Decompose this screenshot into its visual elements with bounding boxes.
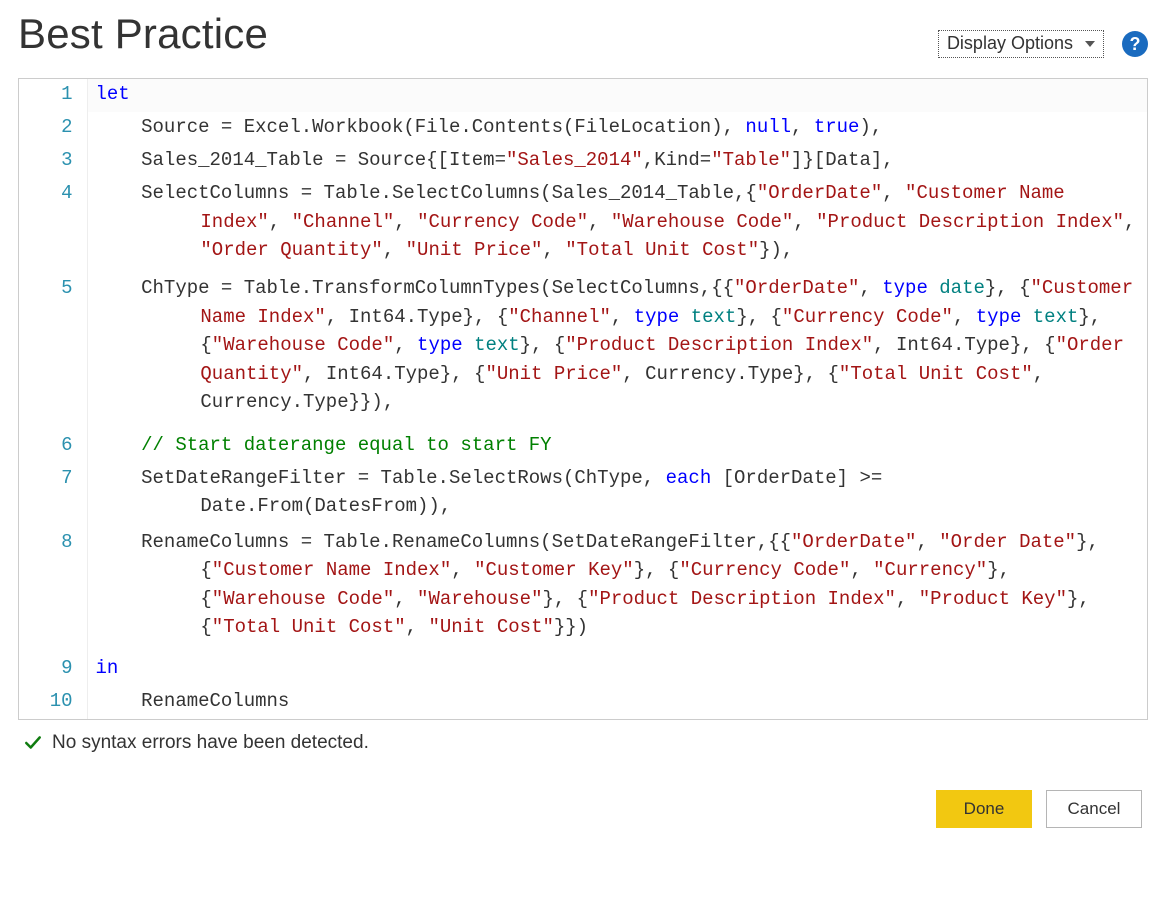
code-content[interactable]: in — [87, 653, 1147, 686]
code-content[interactable]: Sales_2014_Table = Source{[Item="Sales_2… — [87, 145, 1147, 178]
code-content[interactable]: let — [87, 79, 1147, 112]
code-line: 8 RenameColumns = Table.RenameColumns(Se… — [19, 527, 1147, 653]
code-content[interactable]: ChType = Table.TransformColumnTypes(Sele… — [87, 273, 1147, 430]
line-number: 6 — [19, 430, 87, 463]
line-number: 10 — [19, 686, 87, 719]
cancel-button[interactable]: Cancel — [1046, 790, 1142, 828]
code-line: 10 RenameColumns — [19, 686, 1147, 719]
dialog-buttons: Done Cancel — [18, 790, 1142, 828]
header-controls: Display Options ? — [938, 30, 1148, 58]
code-line: 7 SetDateRangeFilter = Table.SelectRows(… — [19, 463, 1147, 527]
code-content[interactable]: Source = Excel.Workbook(File.Contents(Fi… — [87, 112, 1147, 145]
line-number: 8 — [19, 527, 87, 653]
line-number: 5 — [19, 273, 87, 430]
code-line: 3 Sales_2014_Table = Source{[Item="Sales… — [19, 145, 1147, 178]
code-editor[interactable]: 1let2 Source = Excel.Workbook(File.Conte… — [18, 78, 1148, 720]
code-content[interactable]: RenameColumns — [87, 686, 1147, 719]
code-line: 6 // Start daterange equal to start FY — [19, 430, 1147, 463]
dialog-header: Best Practice Display Options ? — [18, 10, 1148, 58]
code-content[interactable]: RenameColumns = Table.RenameColumns(SetD… — [87, 527, 1147, 653]
help-icon[interactable]: ? — [1122, 31, 1148, 57]
display-options-dropdown[interactable]: Display Options — [938, 30, 1104, 58]
code-line: 4 SelectColumns = Table.SelectColumns(Sa… — [19, 178, 1147, 273]
code-content[interactable]: // Start daterange equal to start FY — [87, 430, 1147, 463]
dialog-title: Best Practice — [18, 10, 268, 58]
line-number: 7 — [19, 463, 87, 527]
syntax-status: No syntax errors have been detected. — [24, 732, 1148, 754]
display-options-label: Display Options — [947, 34, 1073, 52]
line-number: 9 — [19, 653, 87, 686]
code-line: 9in — [19, 653, 1147, 686]
chevron-down-icon — [1085, 41, 1095, 47]
done-button[interactable]: Done — [936, 790, 1032, 828]
line-number: 4 — [19, 178, 87, 273]
code-line: 2 Source = Excel.Workbook(File.Contents(… — [19, 112, 1147, 145]
line-number: 2 — [19, 112, 87, 145]
line-number: 1 — [19, 79, 87, 112]
check-icon — [24, 734, 42, 752]
code-line: 1let — [19, 79, 1147, 112]
code-content[interactable]: SelectColumns = Table.SelectColumns(Sale… — [87, 178, 1147, 273]
line-number: 3 — [19, 145, 87, 178]
advanced-editor-dialog: Best Practice Display Options ? 1let2 So… — [0, 0, 1166, 848]
code-content[interactable]: SetDateRangeFilter = Table.SelectRows(Ch… — [87, 463, 1147, 527]
code-line: 5 ChType = Table.TransformColumnTypes(Se… — [19, 273, 1147, 430]
syntax-status-text: No syntax errors have been detected. — [52, 732, 369, 754]
